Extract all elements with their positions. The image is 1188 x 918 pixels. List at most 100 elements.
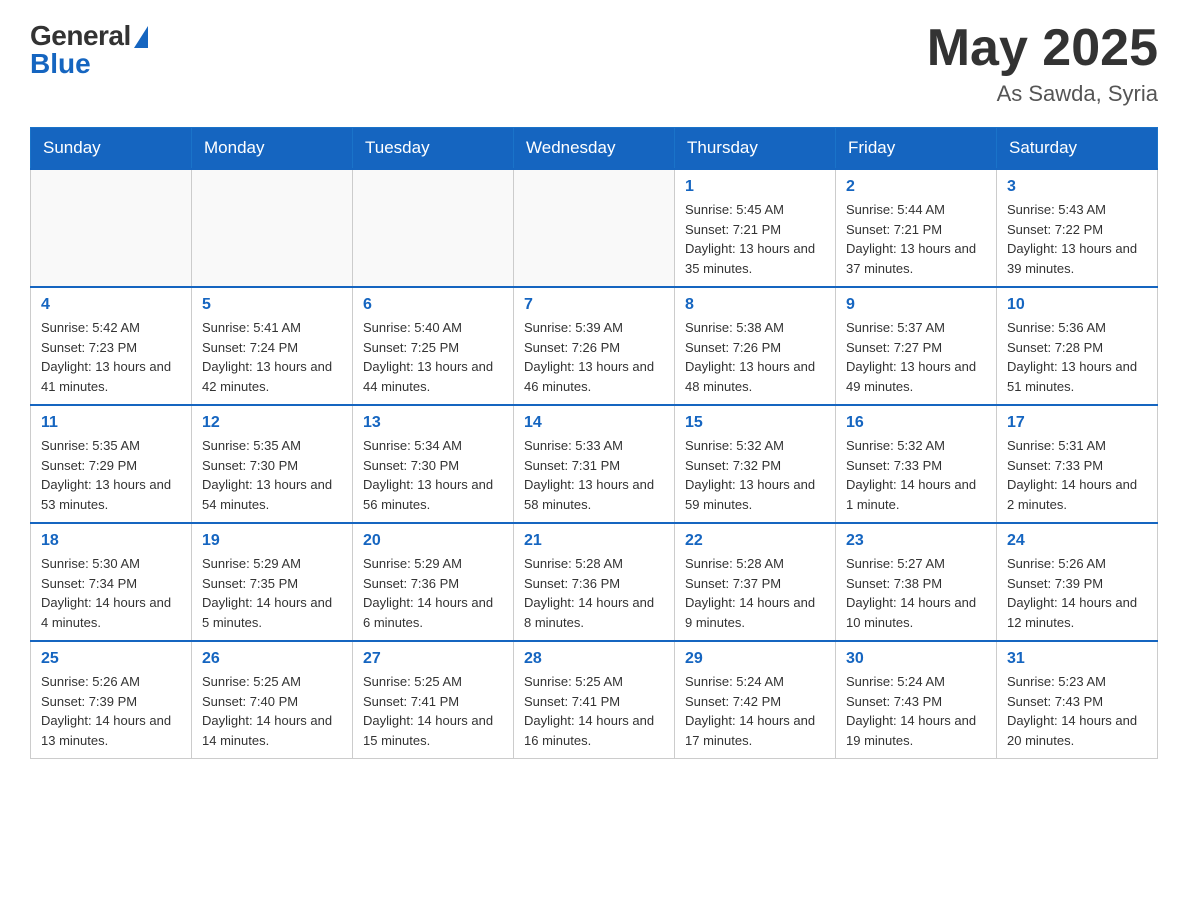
day-info: Sunrise: 5:26 AMSunset: 7:39 PMDaylight:… — [1007, 554, 1147, 632]
page-header: General Blue May 2025 As Sawda, Syria — [30, 20, 1158, 107]
calendar-week-row: 1 Sunrise: 5:45 AMSunset: 7:21 PMDaylight… — [31, 169, 1158, 287]
day-info: Sunrise: 5:24 AMSunset: 7:43 PMDaylight:… — [846, 672, 986, 750]
day-number: 10 — [1007, 296, 1147, 314]
calendar-cell: 11 Sunrise: 5:35 AMSunset: 7:29 PMDayligh… — [31, 405, 192, 523]
calendar-cell: 19 Sunrise: 5:29 AMSunset: 7:35 PMDayligh… — [192, 523, 353, 641]
day-number: 1 — [685, 178, 825, 196]
calendar-cell: 4 Sunrise: 5:42 AMSunset: 7:23 PMDaylight… — [31, 287, 192, 405]
day-number: 21 — [524, 532, 664, 550]
day-info: Sunrise: 5:37 AMSunset: 7:27 PMDaylight:… — [846, 318, 986, 396]
logo-triangle-icon — [134, 26, 148, 48]
day-number: 8 — [685, 296, 825, 314]
day-number: 12 — [202, 414, 342, 432]
calendar-cell: 22 Sunrise: 5:28 AMSunset: 7:37 PMDayligh… — [675, 523, 836, 641]
calendar-week-row: 11 Sunrise: 5:35 AMSunset: 7:29 PMDayligh… — [31, 405, 1158, 523]
header-friday: Friday — [836, 128, 997, 170]
day-info: Sunrise: 5:25 AMSunset: 7:40 PMDaylight:… — [202, 672, 342, 750]
day-info: Sunrise: 5:28 AMSunset: 7:37 PMDaylight:… — [685, 554, 825, 632]
day-info: Sunrise: 5:33 AMSunset: 7:31 PMDaylight:… — [524, 436, 664, 514]
calendar-cell: 1 Sunrise: 5:45 AMSunset: 7:21 PMDaylight… — [675, 169, 836, 287]
calendar-cell: 12 Sunrise: 5:35 AMSunset: 7:30 PMDayligh… — [192, 405, 353, 523]
calendar-cell: 28 Sunrise: 5:25 AMSunset: 7:41 PMDayligh… — [514, 641, 675, 759]
calendar-cell: 14 Sunrise: 5:33 AMSunset: 7:31 PMDayligh… — [514, 405, 675, 523]
day-info: Sunrise: 5:41 AMSunset: 7:24 PMDaylight:… — [202, 318, 342, 396]
calendar-cell: 25Sunrise: 5:26 AMSunset: 7:39 PMDayligh… — [31, 641, 192, 759]
header-saturday: Saturday — [997, 128, 1158, 170]
day-number: 31 — [1007, 650, 1147, 668]
day-info: Sunrise: 5:38 AMSunset: 7:26 PMDaylight:… — [685, 318, 825, 396]
calendar-cell: 3 Sunrise: 5:43 AMSunset: 7:22 PMDaylight… — [997, 169, 1158, 287]
day-number: 17 — [1007, 414, 1147, 432]
day-info: Sunrise: 5:42 AMSunset: 7:23 PMDaylight:… — [41, 318, 181, 396]
calendar-cell: 10 Sunrise: 5:36 AMSunset: 7:28 PMDayligh… — [997, 287, 1158, 405]
day-number: 22 — [685, 532, 825, 550]
day-number: 30 — [846, 650, 986, 668]
title-section: May 2025 As Sawda, Syria — [927, 20, 1158, 107]
location-subtitle: As Sawda, Syria — [927, 81, 1158, 107]
day-number: 7 — [524, 296, 664, 314]
day-info: Sunrise: 5:29 AMSunset: 7:35 PMDaylight:… — [202, 554, 342, 632]
day-number: 16 — [846, 414, 986, 432]
calendar-cell: 26 Sunrise: 5:25 AMSunset: 7:40 PMDayligh… — [192, 641, 353, 759]
day-info: Sunrise: 5:26 AMSunset: 7:39 PMDaylight:… — [41, 672, 181, 750]
day-info: Sunrise: 5:32 AMSunset: 7:33 PMDaylight:… — [846, 436, 986, 514]
calendar-cell — [514, 169, 675, 287]
day-number: 5 — [202, 296, 342, 314]
calendar-header-row: Sunday Monday Tuesday Wednesday Thursday… — [31, 128, 1158, 170]
calendar-cell: 6Sunrise: 5:40 AMSunset: 7:25 PMDaylight… — [353, 287, 514, 405]
calendar-cell: 24Sunrise: 5:26 AMSunset: 7:39 PMDayligh… — [997, 523, 1158, 641]
day-number: 13 — [363, 414, 503, 432]
calendar-cell: 5 Sunrise: 5:41 AMSunset: 7:24 PMDaylight… — [192, 287, 353, 405]
header-monday: Monday — [192, 128, 353, 170]
calendar-cell: 18Sunrise: 5:30 AMSunset: 7:34 PMDayligh… — [31, 523, 192, 641]
day-number: 18 — [41, 532, 181, 550]
day-info: Sunrise: 5:32 AMSunset: 7:32 PMDaylight:… — [685, 436, 825, 514]
day-info: Sunrise: 5:34 AMSunset: 7:30 PMDaylight:… — [363, 436, 503, 514]
day-number: 26 — [202, 650, 342, 668]
day-number: 19 — [202, 532, 342, 550]
day-info: Sunrise: 5:36 AMSunset: 7:28 PMDaylight:… — [1007, 318, 1147, 396]
day-info: Sunrise: 5:35 AMSunset: 7:29 PMDaylight:… — [41, 436, 181, 514]
day-number: 15 — [685, 414, 825, 432]
day-number: 29 — [685, 650, 825, 668]
day-info: Sunrise: 5:44 AMSunset: 7:21 PMDaylight:… — [846, 200, 986, 278]
day-number: 20 — [363, 532, 503, 550]
day-info: Sunrise: 5:25 AMSunset: 7:41 PMDaylight:… — [524, 672, 664, 750]
calendar-table: Sunday Monday Tuesday Wednesday Thursday… — [30, 127, 1158, 759]
day-info: Sunrise: 5:25 AMSunset: 7:41 PMDaylight:… — [363, 672, 503, 750]
calendar-cell — [31, 169, 192, 287]
calendar-cell — [192, 169, 353, 287]
day-info: Sunrise: 5:28 AMSunset: 7:36 PMDaylight:… — [524, 554, 664, 632]
calendar-week-row: 25Sunrise: 5:26 AMSunset: 7:39 PMDayligh… — [31, 641, 1158, 759]
day-number: 27 — [363, 650, 503, 668]
calendar-cell: 23Sunrise: 5:27 AMSunset: 7:38 PMDayligh… — [836, 523, 997, 641]
calendar-cell: 30 Sunrise: 5:24 AMSunset: 7:43 PMDayligh… — [836, 641, 997, 759]
header-thursday: Thursday — [675, 128, 836, 170]
day-info: Sunrise: 5:24 AMSunset: 7:42 PMDaylight:… — [685, 672, 825, 750]
day-info: Sunrise: 5:27 AMSunset: 7:38 PMDaylight:… — [846, 554, 986, 632]
calendar-cell: 31Sunrise: 5:23 AMSunset: 7:43 PMDayligh… — [997, 641, 1158, 759]
calendar-cell: 8 Sunrise: 5:38 AMSunset: 7:26 PMDaylight… — [675, 287, 836, 405]
day-info: Sunrise: 5:43 AMSunset: 7:22 PMDaylight:… — [1007, 200, 1147, 278]
day-number: 11 — [41, 414, 181, 432]
calendar-cell: 21 Sunrise: 5:28 AMSunset: 7:36 PMDayligh… — [514, 523, 675, 641]
day-info: Sunrise: 5:39 AMSunset: 7:26 PMDaylight:… — [524, 318, 664, 396]
logo: General Blue — [30, 20, 148, 80]
day-number: 28 — [524, 650, 664, 668]
header-wednesday: Wednesday — [514, 128, 675, 170]
calendar-cell: 13 Sunrise: 5:34 AMSunset: 7:30 PMDayligh… — [353, 405, 514, 523]
calendar-cell: 2Sunrise: 5:44 AMSunset: 7:21 PMDaylight… — [836, 169, 997, 287]
calendar-cell: 27 Sunrise: 5:25 AMSunset: 7:41 PMDayligh… — [353, 641, 514, 759]
day-info: Sunrise: 5:35 AMSunset: 7:30 PMDaylight:… — [202, 436, 342, 514]
day-info: Sunrise: 5:31 AMSunset: 7:33 PMDaylight:… — [1007, 436, 1147, 514]
day-number: 14 — [524, 414, 664, 432]
day-info: Sunrise: 5:45 AMSunset: 7:21 PMDaylight:… — [685, 200, 825, 278]
logo-blue-text: Blue — [30, 48, 91, 80]
calendar-cell: 9 Sunrise: 5:37 AMSunset: 7:27 PMDaylight… — [836, 287, 997, 405]
day-number: 3 — [1007, 178, 1147, 196]
calendar-cell: 29 Sunrise: 5:24 AMSunset: 7:42 PMDayligh… — [675, 641, 836, 759]
day-info: Sunrise: 5:29 AMSunset: 7:36 PMDaylight:… — [363, 554, 503, 632]
month-year-title: May 2025 — [927, 20, 1158, 77]
day-number: 9 — [846, 296, 986, 314]
day-number: 4 — [41, 296, 181, 314]
